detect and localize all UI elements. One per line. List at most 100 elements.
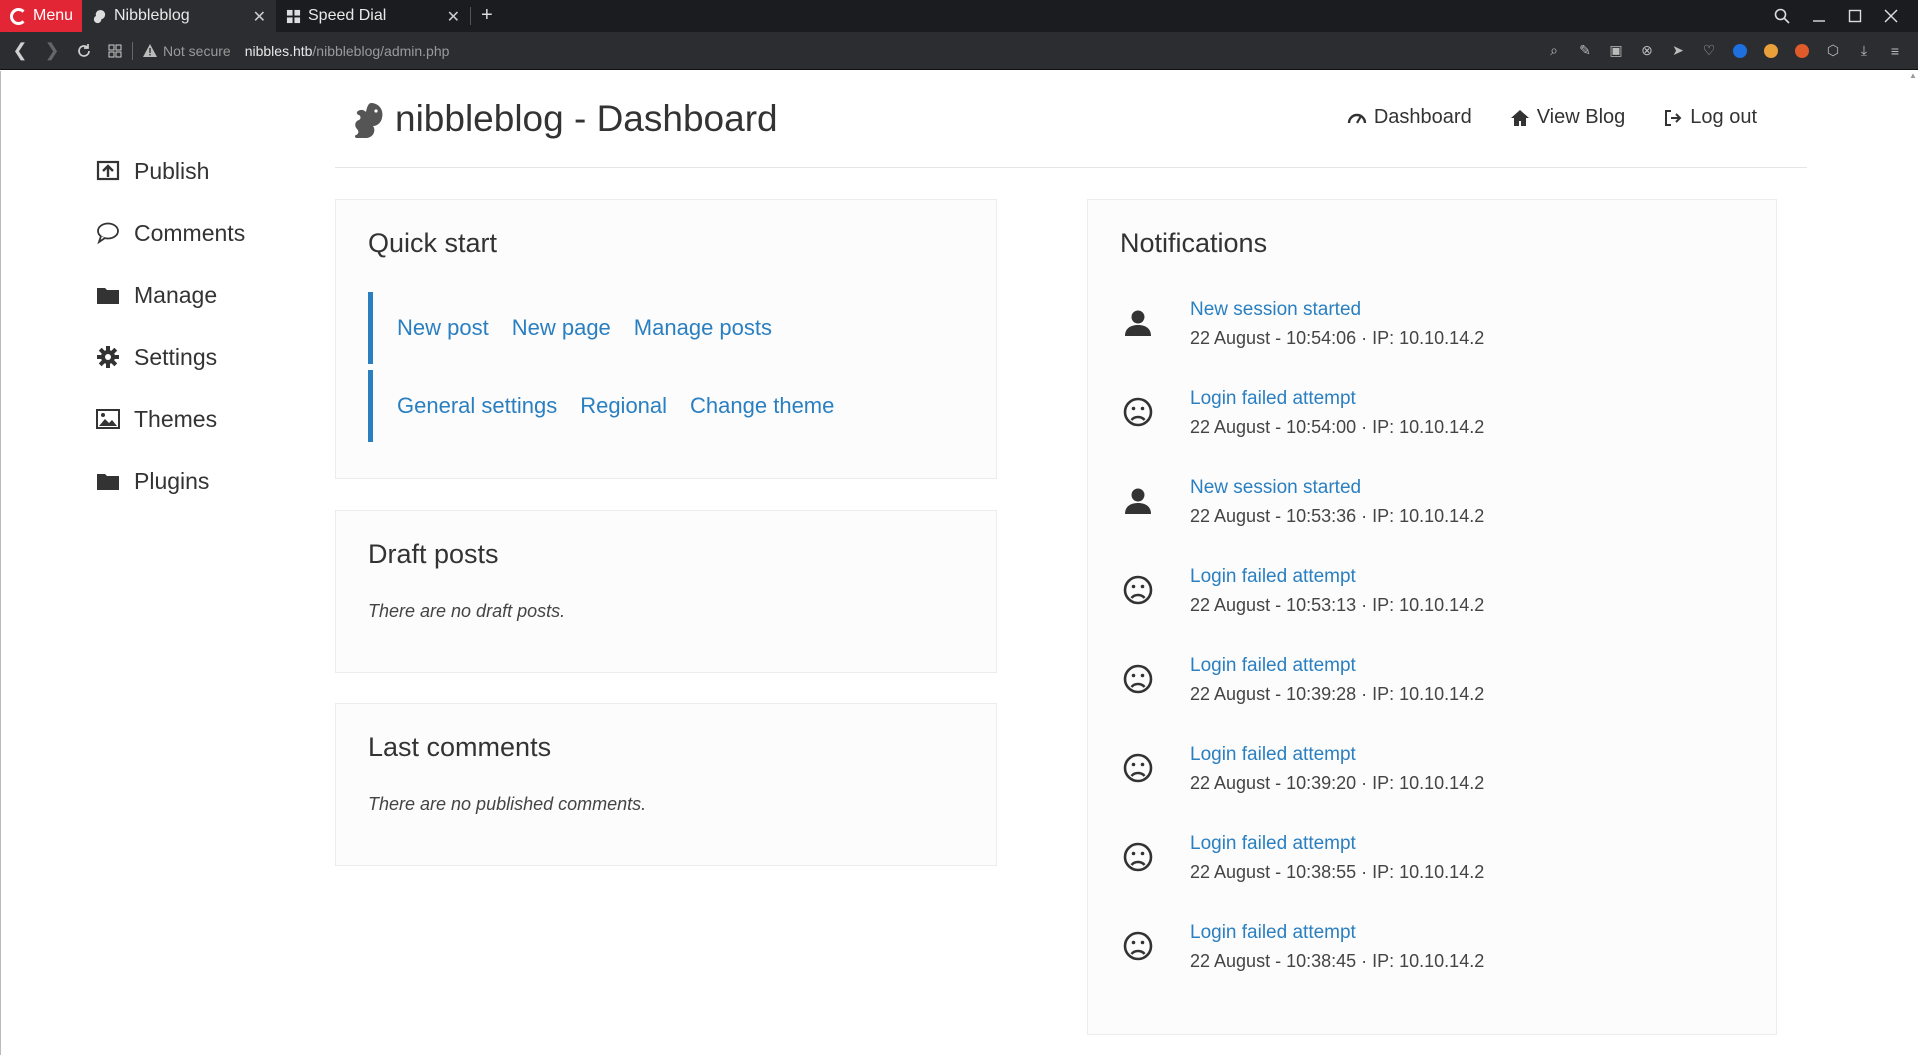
notification-title[interactable]: Login failed attempt xyxy=(1190,741,1484,769)
sidebar-item-plugins[interactable]: Plugins xyxy=(96,450,245,512)
reload-icon[interactable] xyxy=(76,43,92,59)
browser-menu-button[interactable]: Menu xyxy=(0,0,82,32)
dashboard-gauge-icon xyxy=(1347,113,1367,124)
change-theme-link[interactable]: Change theme xyxy=(690,393,834,419)
gear-icon xyxy=(97,346,119,368)
quick-start-row: General settings Regional Change theme xyxy=(368,370,834,442)
notification-item: Login failed attempt 22 August - 10:54:00… xyxy=(1118,385,1484,441)
nav-logout-link[interactable]: Log out xyxy=(1663,106,1757,129)
tab-close-icon[interactable]: ✕ xyxy=(253,7,266,27)
last-comments-panel: Last comments There are no published com… xyxy=(335,703,997,866)
draft-posts-panel: Draft posts There are no draft posts. xyxy=(335,510,997,673)
nav-view-blog-label: View Blog xyxy=(1536,106,1626,128)
block-icon[interactable]: ⊗ xyxy=(1638,42,1656,60)
window-controls xyxy=(1774,8,1918,24)
tab-title: Nibbleblog xyxy=(114,7,190,24)
camera-icon[interactable]: ▣ xyxy=(1607,42,1625,60)
notification-meta: 22 August - 10:39:20 · IP: 10.10.14.2 xyxy=(1190,773,1485,793)
manage-posts-link[interactable]: Manage posts xyxy=(634,315,772,341)
new-post-link[interactable]: New post xyxy=(397,315,489,341)
close-window-icon[interactable] xyxy=(1884,9,1898,23)
notification-item: Login failed attempt 22 August - 10:38:45… xyxy=(1118,919,1484,975)
search-icon[interactable] xyxy=(1774,8,1790,24)
frown-icon xyxy=(1118,840,1158,880)
scroll-up-icon[interactable]: ▲ xyxy=(1908,71,1918,80)
user-icon xyxy=(1118,484,1158,524)
easy-setup-icon[interactable]: ≡ xyxy=(1886,42,1904,60)
notification-title[interactable]: Login failed attempt xyxy=(1190,652,1484,680)
sidebar-item-comments[interactable]: Comments xyxy=(96,202,245,264)
quick-start-panel: Quick start New post New page Manage pos… xyxy=(335,199,997,479)
page-title: nibbleblog - Dashboard xyxy=(395,98,778,139)
sidebar-item-settings[interactable]: Settings xyxy=(96,326,245,388)
tab-nibbleblog[interactable]: Nibbleblog ✕ xyxy=(82,0,276,32)
notification-title[interactable]: Login failed attempt xyxy=(1190,563,1484,591)
forward-icon[interactable]: ❯ xyxy=(36,40,68,61)
notification-item: Login failed attempt 22 August - 10:38:55… xyxy=(1118,830,1484,886)
sidebar-item-manage[interactable]: Manage xyxy=(96,264,245,326)
browser-menu-label: Menu xyxy=(33,7,74,24)
sidebar-item-themes[interactable]: Themes xyxy=(96,388,245,450)
draft-posts-empty: There are no draft posts. xyxy=(368,601,566,621)
speed-dial-icon xyxy=(286,9,301,23)
nav-dashboard-link[interactable]: Dashboard xyxy=(1347,106,1472,129)
minimize-icon[interactable] xyxy=(1812,9,1826,23)
back-icon[interactable]: ❮ xyxy=(4,40,36,61)
tab-speed-dial[interactable]: Speed Dial ✕ xyxy=(276,0,470,32)
notification-meta: 22 August - 10:38:55 · IP: 10.10.14.2 xyxy=(1190,862,1485,882)
general-settings-link[interactable]: General settings xyxy=(397,393,557,419)
send-icon[interactable]: ➤ xyxy=(1669,42,1687,60)
notification-title[interactable]: Login failed attempt xyxy=(1190,385,1484,413)
notification-item: New session started 22 August - 10:54:06 … xyxy=(1118,296,1484,352)
home-icon xyxy=(1510,109,1529,126)
draft-posts-title: Draft posts xyxy=(368,539,499,569)
folder-icon xyxy=(97,288,119,304)
nav-view-blog-link[interactable]: View Blog xyxy=(1510,106,1626,129)
url-field[interactable]: nibbles.htb/nibbleblog/admin.php xyxy=(245,43,450,59)
heart-icon[interactable]: ♡ xyxy=(1700,42,1718,60)
notification-meta: 22 August - 10:53:13 · IP: 10.10.14.2 xyxy=(1190,595,1485,615)
zoom-icon[interactable]: ⌕ xyxy=(1545,42,1563,60)
tab-close-icon[interactable]: ✕ xyxy=(447,7,460,27)
notification-item: Login failed attempt 22 August - 10:39:28… xyxy=(1118,652,1484,708)
extension-orange-icon[interactable] xyxy=(1793,42,1811,60)
security-indicator[interactable]: Not secure xyxy=(143,43,231,59)
notification-meta: 22 August - 10:38:45 · IP: 10.10.14.2 xyxy=(1190,951,1485,971)
tiles-icon[interactable] xyxy=(108,44,122,58)
notification-title[interactable]: Login failed attempt xyxy=(1190,919,1484,947)
extension-blue-icon[interactable] xyxy=(1731,42,1749,60)
url-path: /nibbleblog/admin.php xyxy=(312,42,450,59)
sidebar-item-publish[interactable]: Publish xyxy=(96,140,245,202)
last-comments-title: Last comments xyxy=(368,732,552,762)
nav-logout-label: Log out xyxy=(1690,106,1757,128)
maximize-icon[interactable] xyxy=(1848,9,1862,23)
frown-icon xyxy=(1118,395,1158,435)
notification-title[interactable]: New session started xyxy=(1190,296,1484,324)
frown-icon xyxy=(1118,573,1158,613)
new-page-link[interactable]: New page xyxy=(512,315,611,341)
warning-icon xyxy=(143,44,157,57)
browser-tab-bar: Menu Nibbleblog ✕ Speed Dial ✕ + xyxy=(0,0,1918,32)
notification-title[interactable]: Login failed attempt xyxy=(1190,830,1484,858)
notification-title[interactable]: New session started xyxy=(1190,474,1484,502)
edit-icon[interactable]: ✎ xyxy=(1576,42,1594,60)
scrollbar[interactable]: ▲ xyxy=(1908,71,1918,1055)
frown-icon xyxy=(1118,751,1158,791)
address-bar: ❮ ❯ Not secure nibbles.htb/nibbleblog/ad… xyxy=(0,32,1918,70)
sidebar-item-label: Manage xyxy=(134,281,218,308)
logout-icon xyxy=(1665,109,1682,126)
extension-cookie-icon[interactable] xyxy=(1762,42,1780,60)
sidebar-item-label: Themes xyxy=(134,405,218,432)
frown-icon xyxy=(1118,929,1158,969)
nav-dashboard-label: Dashboard xyxy=(1373,106,1472,128)
squirrel-logo-icon xyxy=(354,103,383,138)
notifications-panel: Notifications New session started 22 Augu… xyxy=(1087,199,1777,1035)
cube-icon[interactable]: ⬡ xyxy=(1824,42,1842,60)
download-icon[interactable]: ⤓ xyxy=(1855,42,1873,60)
regional-link[interactable]: Regional xyxy=(580,393,667,419)
notification-item: Login failed attempt 22 August - 10:39:20… xyxy=(1118,741,1484,797)
notification-meta: 22 August - 10:54:06 · IP: 10.10.14.2 xyxy=(1190,328,1485,348)
new-tab-button[interactable]: + xyxy=(470,5,503,25)
notification-meta: 22 August - 10:54:00 · IP: 10.10.14.2 xyxy=(1190,417,1485,437)
notification-item: New session started 22 August - 10:53:36 … xyxy=(1118,474,1484,530)
